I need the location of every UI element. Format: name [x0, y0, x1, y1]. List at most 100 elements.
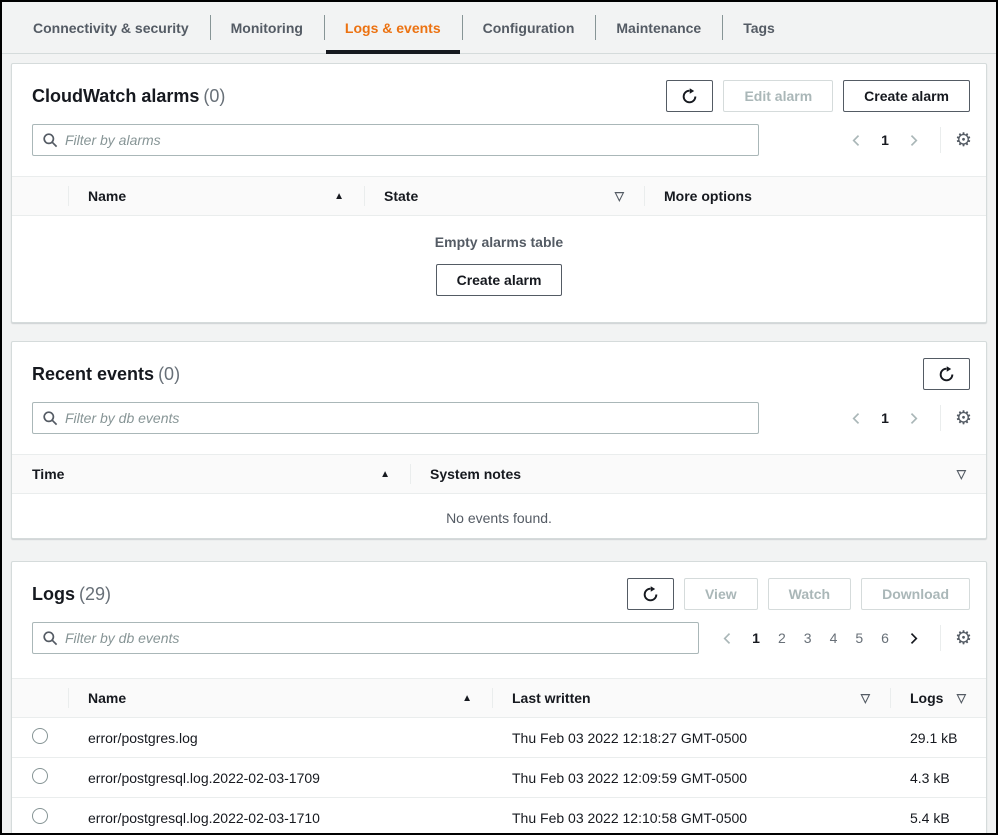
log-row[interactable]: error/postgresql.log.2022-02-03-1709 Thu…	[12, 758, 986, 798]
tab-tags[interactable]: Tags	[722, 2, 796, 53]
alarms-col-state[interactable]: State▽	[364, 177, 644, 215]
log-row-radio[interactable]	[32, 728, 48, 744]
events-header: Recent events(0)	[12, 342, 986, 390]
logs-page-3[interactable]: 3	[798, 628, 818, 648]
alarms-select-all-column	[12, 177, 68, 215]
logs-page-5[interactable]: 5	[849, 628, 869, 648]
logs-title: Logs(29)	[32, 584, 111, 605]
logs-page-2[interactable]: 2	[772, 628, 792, 648]
sort-ascending-icon: ▲	[334, 191, 344, 202]
events-col-system-notes[interactable]: System notes▽	[410, 455, 986, 493]
logs-next-page-icon[interactable]	[901, 630, 926, 647]
events-refresh-button[interactable]	[923, 358, 970, 390]
logs-filter-row: 1 2 3 4 5 6 ⚙	[12, 610, 986, 654]
logs-col-size[interactable]: Logs▽	[890, 679, 986, 717]
events-filter-row: 1 ⚙	[12, 390, 986, 434]
log-name: error/postgres.log	[68, 730, 492, 746]
log-row-radio[interactable]	[32, 808, 48, 824]
refresh-icon	[681, 88, 698, 105]
cloudwatch-alarms-card: CloudWatch alarms(0) Edit alarm Create a…	[11, 63, 987, 323]
log-row[interactable]: error/postgresql.log.2022-02-03-1710 Thu…	[12, 798, 986, 835]
alarms-actions: Edit alarm Create alarm	[666, 80, 970, 112]
events-empty-text: No events found.	[12, 494, 986, 526]
sort-descending-icon: ▽	[615, 189, 624, 203]
sort-descending-icon: ▽	[957, 691, 966, 705]
events-title: Recent events(0)	[32, 364, 180, 385]
events-col-time[interactable]: Time▲	[12, 455, 410, 493]
logs-filter-input[interactable]	[65, 630, 689, 646]
recent-events-card: Recent events(0) 1 ⚙ Time▲	[11, 341, 987, 539]
alarms-page-1[interactable]: 1	[875, 130, 895, 150]
logs-col-last-written[interactable]: Last written▽	[492, 679, 890, 717]
search-icon	[42, 410, 58, 426]
create-alarm-button[interactable]: Create alarm	[843, 80, 970, 112]
alarms-next-page-icon[interactable]	[901, 132, 926, 149]
alarms-search-box	[32, 124, 759, 156]
events-page-1[interactable]: 1	[875, 408, 895, 428]
pager-divider	[940, 127, 941, 153]
logs-page-6[interactable]: 6	[875, 628, 895, 648]
events-pager: 1 ⚙	[844, 405, 972, 431]
logs-table-header: Name▲ Last written▽ Logs▽	[12, 678, 986, 718]
log-size: 29.1 kB	[890, 730, 986, 746]
alarms-table-header: Name▲ State▽ More options	[12, 176, 986, 216]
log-last-written: Thu Feb 03 2022 12:18:27 GMT-0500	[492, 730, 890, 746]
events-settings-gear-icon[interactable]: ⚙	[955, 409, 972, 428]
events-count: (0)	[158, 364, 180, 384]
tab-maintenance[interactable]: Maintenance	[595, 2, 722, 53]
watch-log-button[interactable]: Watch	[768, 578, 851, 610]
logs-col-name[interactable]: Name▲	[68, 679, 492, 717]
logs-page-4[interactable]: 4	[824, 628, 844, 648]
events-actions	[923, 358, 970, 390]
tab-monitoring[interactable]: Monitoring	[210, 2, 324, 53]
sort-ascending-icon: ▲	[462, 693, 472, 704]
log-last-written: Thu Feb 03 2022 12:09:59 GMT-0500	[492, 770, 890, 786]
pager-divider	[940, 405, 941, 431]
alarms-filter-row: 1 ⚙	[12, 112, 986, 156]
logs-refresh-button[interactable]	[627, 578, 674, 610]
search-icon	[42, 630, 58, 646]
logs-radio-column	[12, 679, 68, 717]
events-search-box	[32, 402, 759, 434]
log-name: error/postgresql.log.2022-02-03-1709	[68, 770, 492, 786]
tab-connectivity-security[interactable]: Connectivity & security	[12, 2, 210, 53]
alarms-empty-create-button[interactable]: Create alarm	[436, 264, 563, 296]
search-icon	[42, 132, 58, 148]
alarms-header: CloudWatch alarms(0) Edit alarm Create a…	[12, 64, 986, 112]
tab-logs-events[interactable]: Logs & events	[324, 2, 462, 53]
alarms-settings-gear-icon[interactable]: ⚙	[955, 131, 972, 150]
edit-alarm-button[interactable]: Edit alarm	[723, 80, 833, 112]
download-log-button[interactable]: Download	[861, 578, 970, 610]
log-row-radio[interactable]	[32, 768, 48, 784]
logs-actions: View Watch Download	[627, 578, 970, 610]
log-row[interactable]: error/postgres.log Thu Feb 03 2022 12:18…	[12, 718, 986, 758]
events-next-page-icon[interactable]	[901, 410, 926, 427]
logs-page-1[interactable]: 1	[746, 628, 766, 648]
events-filter-input[interactable]	[65, 410, 749, 426]
rds-detail-page: Connectivity & security Monitoring Logs …	[0, 0, 998, 835]
view-log-button[interactable]: View	[684, 578, 758, 610]
logs-pager: 1 2 3 4 5 6 ⚙	[715, 625, 972, 651]
refresh-icon	[938, 366, 955, 383]
logs-header: Logs(29) View Watch Download	[12, 562, 986, 610]
logs-count: (29)	[79, 584, 111, 604]
alarms-title: CloudWatch alarms(0)	[32, 86, 225, 107]
tab-bar: Connectivity & security Monitoring Logs …	[2, 2, 996, 54]
alarms-pager: 1 ⚙	[844, 127, 972, 153]
pager-divider	[940, 625, 941, 651]
alarms-col-name[interactable]: Name▲	[68, 177, 364, 215]
alarms-filter-input[interactable]	[65, 132, 749, 148]
alarms-refresh-button[interactable]	[666, 80, 713, 112]
alarms-empty-title: Empty alarms table	[12, 234, 986, 250]
events-table-header: Time▲ System notes▽	[12, 454, 986, 494]
log-size: 4.3 kB	[890, 770, 986, 786]
tab-configuration[interactable]: Configuration	[462, 2, 596, 53]
alarms-prev-page-icon[interactable]	[844, 132, 869, 149]
log-size: 5.4 kB	[890, 810, 986, 826]
logs-prev-page-icon[interactable]	[715, 630, 740, 647]
logs-card: Logs(29) View Watch Download 1 2 3 4	[11, 561, 987, 835]
sort-descending-icon: ▽	[957, 467, 966, 481]
log-last-written: Thu Feb 03 2022 12:10:58 GMT-0500	[492, 810, 890, 826]
events-prev-page-icon[interactable]	[844, 410, 869, 427]
logs-settings-gear-icon[interactable]: ⚙	[955, 629, 972, 648]
